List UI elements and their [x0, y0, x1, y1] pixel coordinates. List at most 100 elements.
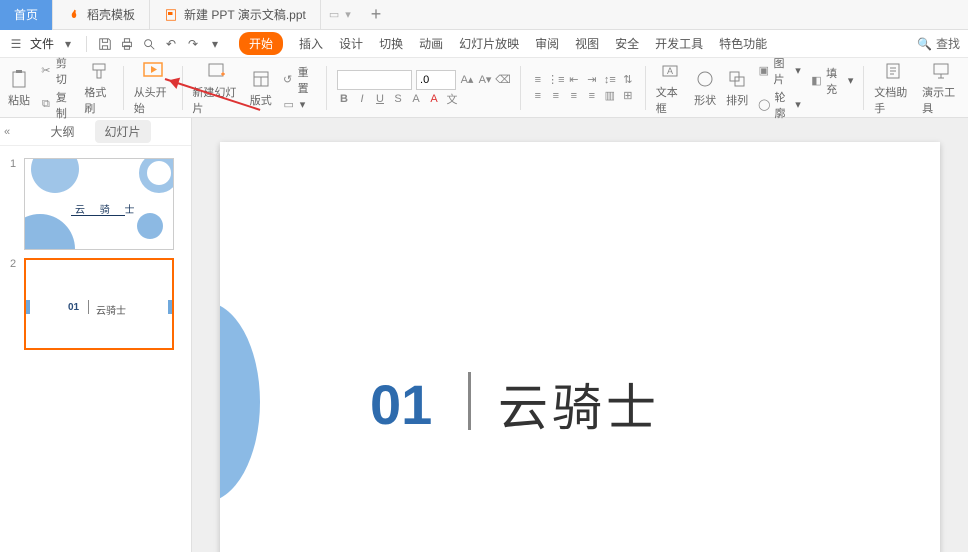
slide-thumb-1[interactable]: 云 骑 士 [24, 158, 174, 250]
slide-number-text: 01 [370, 372, 432, 437]
line-spacing-icon[interactable]: ↕≡ [603, 73, 617, 87]
decor-circle [220, 302, 260, 502]
slide-title-text: 云骑士 [498, 368, 660, 440]
new-slide-icon [205, 60, 227, 82]
preview-icon[interactable] [141, 36, 157, 52]
align-left-icon[interactable]: ≡ [531, 89, 545, 103]
increase-font-icon[interactable]: A▴ [460, 73, 474, 87]
tab-shell[interactable]: 稻壳模板 [53, 0, 150, 30]
menu-icon[interactable]: ☰ [8, 36, 24, 52]
new-slide-button[interactable]: 新建幻灯片 [192, 60, 239, 116]
align-justify-icon[interactable]: ≡ [585, 89, 599, 103]
search-button[interactable]: 🔍 查找 [917, 35, 960, 52]
arrange-icon [726, 68, 748, 90]
dropdown-icon[interactable]: ▾ [345, 8, 351, 21]
underline-icon[interactable]: U [373, 92, 387, 106]
collapse-icon[interactable]: « [4, 126, 10, 138]
align-center-icon[interactable]: ≡ [549, 89, 563, 103]
picture-button[interactable]: ▣图片▾ [758, 55, 801, 87]
section-button[interactable]: ▭▾ [282, 98, 316, 112]
tab-home[interactable]: 首页 [0, 0, 53, 30]
tab-add[interactable]: + [359, 0, 394, 30]
reset-button[interactable]: ↺重置 [282, 64, 316, 96]
layout-icon [250, 68, 272, 90]
slide-separator [468, 372, 471, 430]
menu-bar: ☰ 文件 ▾ ↶ ↷ ▾ 开始 插入 设计 切换 动画 幻灯片放映 审阅 视图 … [0, 30, 968, 58]
menu-tab-features[interactable]: 特色功能 [719, 35, 767, 52]
print-icon[interactable] [119, 36, 135, 52]
columns-icon[interactable]: ▥ [603, 89, 617, 103]
copy-button[interactable]: ⧉复制 [40, 89, 74, 121]
numbering-icon[interactable]: ⋮≡ [549, 73, 563, 87]
italic-icon[interactable]: I [355, 92, 369, 106]
layout-button[interactable]: 版式 [250, 68, 272, 108]
outline-tab[interactable]: 大纲 [40, 120, 84, 143]
svg-text:A: A [667, 66, 673, 76]
flame-icon [67, 8, 81, 22]
chevron-down-icon[interactable]: ▾ [60, 36, 76, 52]
slide-canvas[interactable]: 01 云骑士 [220, 142, 940, 552]
menu-tab-design[interactable]: 设计 [339, 35, 363, 52]
file-menu[interactable]: 文件 [30, 35, 54, 52]
arrange-button[interactable]: 排列 [726, 68, 748, 108]
doc-helper-button[interactable]: 文档助手 [874, 60, 912, 116]
highlight-icon[interactable]: A [409, 92, 423, 106]
menu-tab-transition[interactable]: 切换 [379, 35, 403, 52]
indent-inc-icon[interactable]: ⇥ [585, 73, 599, 87]
ppt-file-icon [164, 8, 178, 22]
slide-thumb-2[interactable]: 01 云骑士 [24, 258, 174, 350]
text-direction-icon[interactable]: ⇅ [621, 73, 635, 87]
cut-button[interactable]: ✂剪切 [40, 55, 74, 87]
ribbon: 粘贴 ✂剪切 ⧉复制 格式刷 从头开始 新建幻灯片 版式 ↺重置 ▭▾ A▴ A… [0, 58, 968, 118]
slides-tab[interactable]: 幻灯片 [95, 120, 151, 143]
font-color-icon[interactable]: A [427, 92, 441, 106]
helper-icon [882, 60, 904, 82]
menu-tab-start[interactable]: 开始 [239, 32, 283, 55]
outline-button[interactable]: ◯轮廓▾ [758, 89, 801, 121]
doc-window-icons: ▭ ▾ [321, 8, 359, 21]
save-icon[interactable] [97, 36, 113, 52]
play-icon [142, 60, 164, 82]
fill-icon: ◧ [811, 74, 822, 88]
tab-document[interactable]: 新建 PPT 演示文稿.ppt [150, 0, 321, 30]
reset-icon: ↺ [282, 73, 294, 87]
decrease-font-icon[interactable]: A▾ [478, 73, 492, 87]
bullets-icon[interactable]: ≡ [531, 73, 545, 87]
menu-tab-animation[interactable]: 动画 [419, 35, 443, 52]
fill-button[interactable]: ◧填充▾ [811, 65, 854, 97]
undo-icon[interactable]: ↶ [163, 36, 179, 52]
cut-icon: ✂ [40, 64, 52, 78]
section-icon: ▭ [282, 98, 296, 112]
chevron-down-icon[interactable]: ▾ [207, 36, 223, 52]
align-dist-icon[interactable]: ⊞ [621, 89, 635, 103]
bold-icon[interactable]: B [337, 92, 351, 106]
shape-icon [694, 68, 716, 90]
effects-icon[interactable]: 文 [445, 92, 459, 106]
title-tabs: 首页 稻壳模板 新建 PPT 演示文稿.ppt ▭ ▾ + [0, 0, 968, 30]
menu-tab-security[interactable]: 安全 [615, 35, 639, 52]
indent-dec-icon[interactable]: ⇤ [567, 73, 581, 87]
redo-icon[interactable]: ↷ [185, 36, 201, 52]
present-tools-button[interactable]: 演示工具 [922, 60, 960, 116]
menu-tab-slideshow[interactable]: 幻灯片放映 [459, 35, 519, 52]
font-size-select[interactable] [416, 70, 456, 90]
play-from-start-button[interactable]: 从头开始 [134, 60, 172, 116]
shape-button[interactable]: 形状 [694, 68, 716, 108]
canvas-area: 01 云骑士 [192, 118, 968, 552]
brush-icon [88, 60, 110, 82]
paste-button[interactable]: 粘贴 [8, 68, 30, 108]
menu-tab-devtools[interactable]: 开发工具 [655, 35, 703, 52]
format-painter-button[interactable]: 格式刷 [84, 60, 112, 116]
font-select[interactable] [337, 70, 412, 90]
clear-format-icon[interactable]: ⌫ [496, 73, 510, 87]
window-icon[interactable]: ▭ [329, 8, 339, 21]
outline-icon: ◯ [758, 98, 770, 112]
thumb-number: 1 [10, 158, 18, 170]
present-icon [930, 60, 952, 82]
menu-tab-view[interactable]: 视图 [575, 35, 599, 52]
strike-icon[interactable]: S [391, 92, 405, 106]
menu-tab-review[interactable]: 审阅 [535, 35, 559, 52]
menu-tab-insert[interactable]: 插入 [299, 35, 323, 52]
align-right-icon[interactable]: ≡ [567, 89, 581, 103]
textbox-button[interactable]: A 文本框 [656, 60, 684, 116]
